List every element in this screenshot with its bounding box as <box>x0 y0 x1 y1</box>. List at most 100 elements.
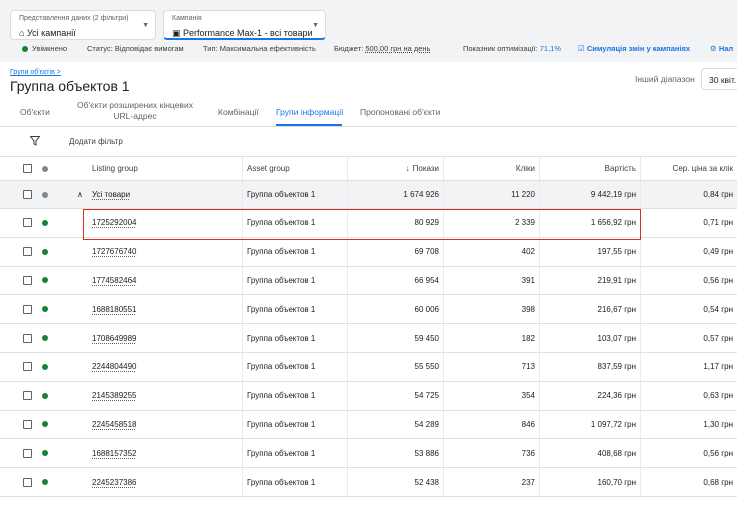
cpc-cell: 0,84 грн <box>703 190 733 199</box>
clicks-cell: 402 <box>521 247 535 257</box>
tab-suggested-assets[interactable]: Пропоновані об'єкти <box>360 107 440 118</box>
campaign-budget[interactable]: Бюджет: 500,00 грн на день <box>334 44 430 53</box>
column-divider <box>242 468 243 496</box>
header-clicks[interactable]: Кліки <box>516 157 535 180</box>
optimization-score[interactable]: Показник оптимізації: 71,1% <box>463 44 561 53</box>
campaign-selector[interactable]: Кампанія ▣ Performance Max-1 - всі товар… <box>163 10 326 40</box>
status-dot <box>42 209 48 237</box>
listing-groups-table: Listing group Asset group ↓ Покази Кліки … <box>0 156 737 497</box>
campaign-header: Представлення даних (2 фільтри) ⌂ Усі ка… <box>0 0 737 62</box>
header-asset-group[interactable]: Asset group <box>247 157 290 180</box>
column-divider <box>640 381 641 410</box>
cpc-cell: 0,49 грн <box>703 247 733 257</box>
row-checkbox[interactable] <box>23 468 32 496</box>
asset-group-cell: Группа объектов 1 <box>247 362 316 372</box>
row-checkbox[interactable] <box>23 181 32 208</box>
status-dot <box>42 382 48 410</box>
row-checkbox[interactable] <box>23 238 32 266</box>
clicks-cell: 182 <box>521 333 535 343</box>
clicks-cell: 713 <box>521 362 535 372</box>
cpc-cell: 0,68 грн <box>703 477 733 487</box>
row-checkbox[interactable] <box>23 382 32 410</box>
listing-group-name[interactable]: Усі товари <box>92 181 130 208</box>
status-enabled[interactable]: Увімкнено <box>22 44 67 53</box>
filter-icon[interactable] <box>30 136 40 146</box>
row-checkbox[interactable] <box>23 353 32 381</box>
impressions-cell: 80 929 <box>414 218 439 228</box>
cpc-cell: 0,56 грн <box>703 275 733 285</box>
listing-group-name[interactable]: 1688157352 <box>92 439 137 467</box>
collapse-chevron-icon[interactable]: ∧ <box>77 181 83 208</box>
cpc-cell: 1,17 грн <box>703 362 733 372</box>
listing-group-name[interactable]: 2245458518 <box>92 411 137 439</box>
row-checkbox[interactable] <box>23 439 32 467</box>
table-row: 2244804490 Группа объектов 1 55 550 713 837,… <box>0 352 737 382</box>
impressions-cell: 66 954 <box>414 275 439 285</box>
column-divider <box>347 324 348 352</box>
column-divider <box>640 181 641 208</box>
column-divider <box>443 439 444 468</box>
column-divider <box>242 324 243 352</box>
column-divider <box>640 209 641 237</box>
column-divider <box>539 381 540 410</box>
listing-group-name[interactable]: 1688180551 <box>92 295 137 323</box>
cost-cell: 160,70 грн <box>597 477 636 487</box>
column-divider <box>443 352 444 381</box>
listing-group-name[interactable]: 2245237386 <box>92 468 137 496</box>
breadcrumb[interactable]: Групи об'єктів > <box>10 69 61 76</box>
column-divider <box>640 410 641 439</box>
cost-cell: 216,67 грн <box>597 304 636 314</box>
row-checkbox[interactable] <box>23 209 32 237</box>
listing-group-name[interactable]: 1774582464 <box>92 267 137 295</box>
listing-group-name[interactable]: 1725292004 <box>92 209 137 237</box>
column-divider <box>539 266 540 295</box>
column-divider <box>539 439 540 468</box>
header-avg-cpc[interactable]: Сер. ціна за клік <box>673 157 733 180</box>
table-row: 2245237386 Группа объектов 1 52 438 237 160,… <box>0 468 737 497</box>
clicks-cell: 846 <box>521 419 535 429</box>
impressions-cell: 54 725 <box>414 391 439 401</box>
header-listing-group[interactable]: Listing group <box>92 157 138 180</box>
date-range-button[interactable]: 30 квіт. <box>701 68 737 90</box>
tab-combinations[interactable]: Комбінації <box>218 107 259 118</box>
header-cost[interactable]: Вартість <box>605 157 636 180</box>
table-row: 1688157352 Группа объектов 1 53 886 736 408,… <box>0 439 737 469</box>
cost-cell: 224,36 грн <box>597 391 636 401</box>
view-selector-label: Представлення даних (2 фільтри) <box>19 15 129 22</box>
column-divider <box>242 266 243 295</box>
row-checkbox[interactable] <box>23 267 32 295</box>
row-checkbox[interactable] <box>23 411 32 439</box>
settings-button[interactable]: ⚙ Нал <box>710 44 733 53</box>
column-divider <box>242 295 243 324</box>
column-divider <box>347 237 348 266</box>
listing-group-name[interactable]: 1708649989 <box>92 324 137 352</box>
column-divider <box>640 468 641 496</box>
cpc-cell: 0,71 грн <box>703 218 733 228</box>
simulate-changes-button[interactable]: ☑ Симуляція змін у кампаніях <box>578 44 690 53</box>
listing-group-name[interactable]: 1727676740 <box>92 238 137 266</box>
header-impressions[interactable]: ↓ Покази <box>406 157 439 180</box>
clicks-cell: 354 <box>521 391 535 401</box>
asset-group-cell: Группа объектов 1 <box>247 477 316 487</box>
tab-listing-groups[interactable]: Групи інформації <box>276 107 343 118</box>
cpc-cell: 0,56 грн <box>703 448 733 458</box>
add-filter-button[interactable]: Додати фільтр <box>69 137 123 146</box>
listing-group-name[interactable]: 2145389255 <box>92 382 137 410</box>
table-row: 2145389255 Группа объектов 1 54 725 354 224,… <box>0 381 737 411</box>
cost-cell: 837,59 грн <box>597 362 636 372</box>
impressions-cell: 52 438 <box>414 477 439 487</box>
cost-cell: 219,91 грн <box>597 275 636 285</box>
row-checkbox[interactable] <box>23 295 32 323</box>
view-selector[interactable]: Представлення даних (2 фільтри) ⌂ Усі ка… <box>10 10 156 40</box>
tab-assets[interactable]: Об'єкти <box>20 107 50 118</box>
asset-group-cell: Группа объектов 1 <box>247 333 316 343</box>
table-row: 1688180551 Группа объектов 1 60 006 398 216,… <box>0 295 737 325</box>
column-divider <box>443 468 444 496</box>
listing-group-name[interactable]: 2244804490 <box>92 353 137 381</box>
column-divider <box>347 266 348 295</box>
column-divider <box>347 410 348 439</box>
column-divider <box>347 352 348 381</box>
tab-final-url-assets[interactable]: Об'єкти розширених кінцевих URL-адрес <box>74 100 196 122</box>
select-all-checkbox[interactable] <box>23 157 32 180</box>
row-checkbox[interactable] <box>23 324 32 352</box>
